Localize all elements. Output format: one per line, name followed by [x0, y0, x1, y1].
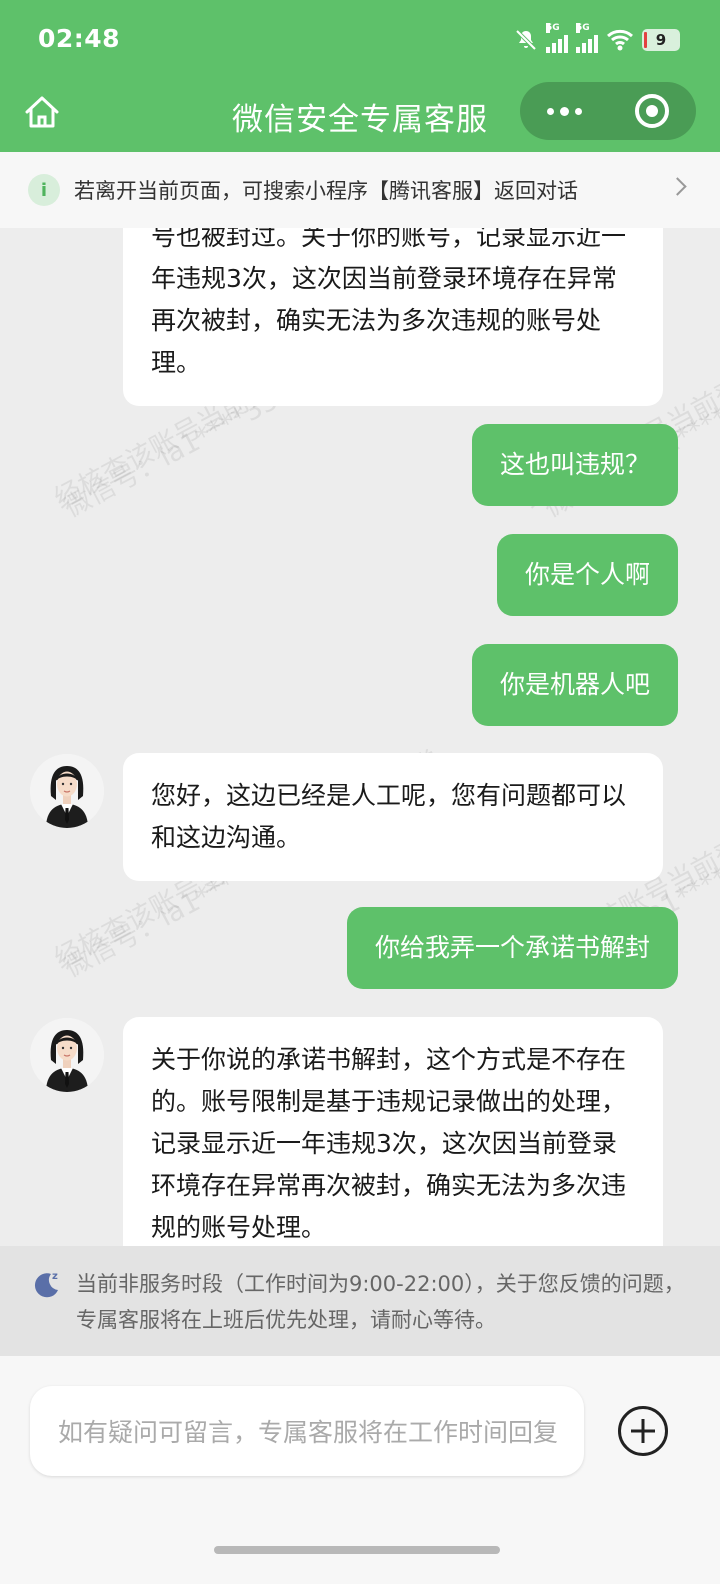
user-message-bubble: 你是个人啊 — [496, 534, 678, 616]
status-icons: 5G 5G 9 — [514, 23, 680, 54]
message-input[interactable]: 如有疑问可留言，专属客服将在工作时间回复 — [30, 1386, 584, 1476]
info-icon: i — [28, 174, 60, 206]
wifi-icon — [607, 29, 633, 51]
notice-text: 若离开当前页面，可搜索小程序【腾讯客服】返回对话 — [74, 179, 578, 203]
more-icon[interactable] — [520, 82, 608, 140]
home-indicator — [214, 1546, 500, 1554]
agent-message-bubble: 关于你说的承诺书解封，这个方式是不存在的。账号限制是基于违规记录做出的处理，记录… — [123, 1017, 663, 1246]
notice-bar[interactable]: i 若离开当前页面，可搜索小程序【腾讯客服】返回对话 — [0, 152, 720, 228]
signal-icon-2: 5G — [576, 23, 598, 53]
chat-area[interactable]: 经核查该账号当前登录环境存在异常 微信号：la1****351 经核查该账号当前… — [0, 228, 720, 1246]
signal-icon-1: 5G — [546, 23, 568, 53]
status-time: 02:48 — [38, 24, 121, 53]
agent-avatar — [30, 1018, 104, 1092]
mini-program-capsule — [520, 82, 696, 140]
close-icon[interactable] — [608, 82, 696, 140]
user-message-bubble: 这也叫违规？ — [471, 424, 678, 506]
moon-sleep-icon: z — [34, 1271, 58, 1298]
user-message-bubble: 你是机器人吧 — [471, 644, 678, 726]
add-icon[interactable] — [618, 1406, 668, 1456]
user-message-bubble: 你给我弄一个承诺书解封 — [346, 907, 678, 989]
composer-bar: 如有疑问可留言，专属客服将在工作时间回复 — [0, 1356, 720, 1584]
agent-avatar — [30, 754, 104, 828]
agent-message-bubble: 号也被封过。关于你的账号，记录显示近一年违规3次，这次因当前登录环境存在异常再次… — [123, 228, 663, 406]
header-bar: 02:48 5G 5G 9 微信安全专属客服 — [0, 0, 720, 152]
service-hours-banner: z 当前非服务时段（工作时间为9:00-22:00），关于您反馈的问题，专属客服… — [0, 1246, 720, 1356]
mute-bell-icon — [515, 29, 537, 51]
service-hours-text: 当前非服务时段（工作时间为9:00-22:00），关于您反馈的问题，专属客服将在… — [76, 1272, 685, 1332]
battery-icon: 9 — [642, 29, 680, 51]
agent-message-bubble: 您好，这边已经是人工呢，您有问题都可以和这边沟通。 — [123, 753, 663, 881]
svg-text:z: z — [52, 1271, 58, 1282]
